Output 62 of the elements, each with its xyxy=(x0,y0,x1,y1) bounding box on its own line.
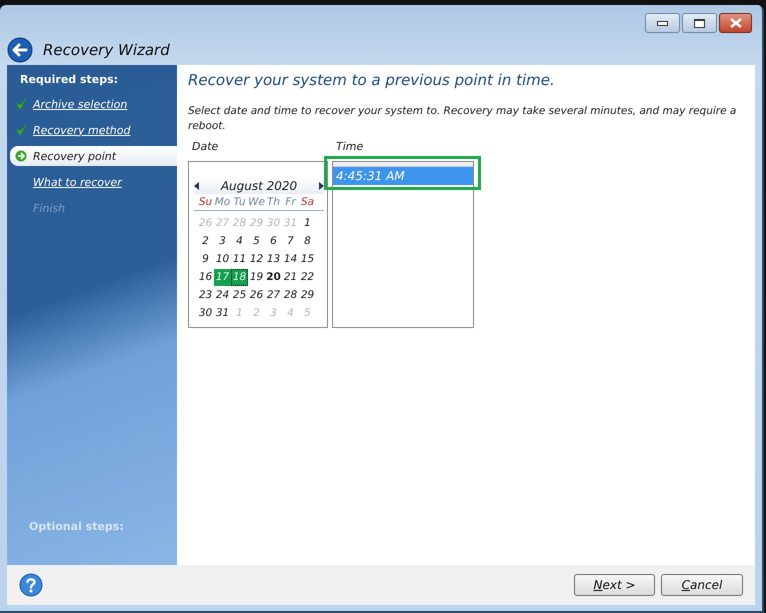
weekday-label: Su xyxy=(198,196,214,208)
back-button[interactable] xyxy=(7,37,33,63)
check-icon xyxy=(16,98,26,110)
calendar-day[interactable]: 27 xyxy=(265,287,282,304)
weekday-label: We xyxy=(248,196,265,208)
calendar-day[interactable]: 8 xyxy=(299,233,316,250)
window-title: Recovery Wizard xyxy=(43,41,170,59)
calendar-day[interactable]: 15 xyxy=(299,251,316,268)
sidebar-heading: Optional steps: xyxy=(28,520,125,535)
time-label: Time xyxy=(335,140,364,152)
calendar-day[interactable]: 10 xyxy=(214,251,231,268)
calendar-day[interactable]: 28 xyxy=(282,287,299,304)
weekday-label: Mo xyxy=(214,196,231,208)
calendar-day[interactable]: 3 xyxy=(214,233,231,250)
next-month-icon[interactable] xyxy=(318,182,324,190)
close-icon xyxy=(728,18,742,28)
calendar-day[interactable]: 12 xyxy=(248,251,265,268)
page-title: Recover your system to a previous point in time. xyxy=(188,71,556,89)
sidebar-step[interactable]: Recovery point xyxy=(10,146,177,166)
calendar-day[interactable]: 5 xyxy=(248,233,265,250)
description-text: Select date and time to recover your system to. Recovery may take several minutes, and may require a reboot. xyxy=(188,104,738,134)
next-button[interactable]: Next > xyxy=(574,574,655,596)
calendar-day[interactable]: 13 xyxy=(265,251,282,268)
calendar-day[interactable]: 4 xyxy=(231,233,248,250)
date-label: Date xyxy=(191,140,220,152)
calendar-day[interactable]: 19 xyxy=(248,269,265,286)
calendar-day[interactable]: 21 xyxy=(282,269,299,286)
cancel-button[interactable]: Cancel xyxy=(661,574,743,596)
help-icon[interactable] xyxy=(19,573,43,597)
calendar-day[interactable]: 2 xyxy=(197,233,214,250)
calendar-day[interactable]: 11 xyxy=(231,251,248,268)
calendar-day[interactable]: 9 xyxy=(197,251,214,268)
calendar-day[interactable]: 29 xyxy=(299,287,316,304)
calendar-day[interactable]: 6 xyxy=(265,233,282,250)
sidebar-step[interactable]: Recovery method xyxy=(7,120,177,140)
arrow-icon xyxy=(15,150,27,162)
calendar-day[interactable]: 31 xyxy=(214,305,231,322)
calendar-day[interactable]: 7 xyxy=(282,233,299,250)
calendar-day[interactable]: 22 xyxy=(299,269,316,286)
close-button[interactable] xyxy=(719,13,752,33)
maximize-button[interactable] xyxy=(682,13,717,33)
calendar-day[interactable]: 26 xyxy=(248,287,265,304)
month-label: August 2020 xyxy=(220,179,298,193)
calendar-day[interactable]: 16 xyxy=(197,269,214,286)
weekday-label: Tu xyxy=(232,196,246,208)
calendar-day[interactable]: 23 xyxy=(197,287,214,304)
weekday-label: Sa xyxy=(300,196,316,208)
calendar-day[interactable]: 1 xyxy=(299,215,316,232)
sidebar-step[interactable]: What to recover xyxy=(7,172,177,192)
calendar-day[interactable]: 25 xyxy=(231,287,248,304)
calendar-day[interactable]: 14 xyxy=(282,251,299,268)
weekday-label: Fr xyxy=(284,196,298,208)
weekday-label: Th xyxy=(266,196,282,208)
calendar-day[interactable]: 30 xyxy=(197,305,214,322)
sidebar-step: Finish xyxy=(7,198,177,218)
previous-month-icon[interactable] xyxy=(194,182,200,190)
minimize-button[interactable] xyxy=(645,13,680,33)
sidebar-step[interactable]: Archive selection xyxy=(7,94,177,114)
calendar-day[interactable]: 20 xyxy=(265,269,282,286)
calendar-day[interactable]: 24 xyxy=(214,287,231,304)
sidebar-heading: Required steps: xyxy=(19,72,120,88)
check-icon xyxy=(16,124,26,136)
